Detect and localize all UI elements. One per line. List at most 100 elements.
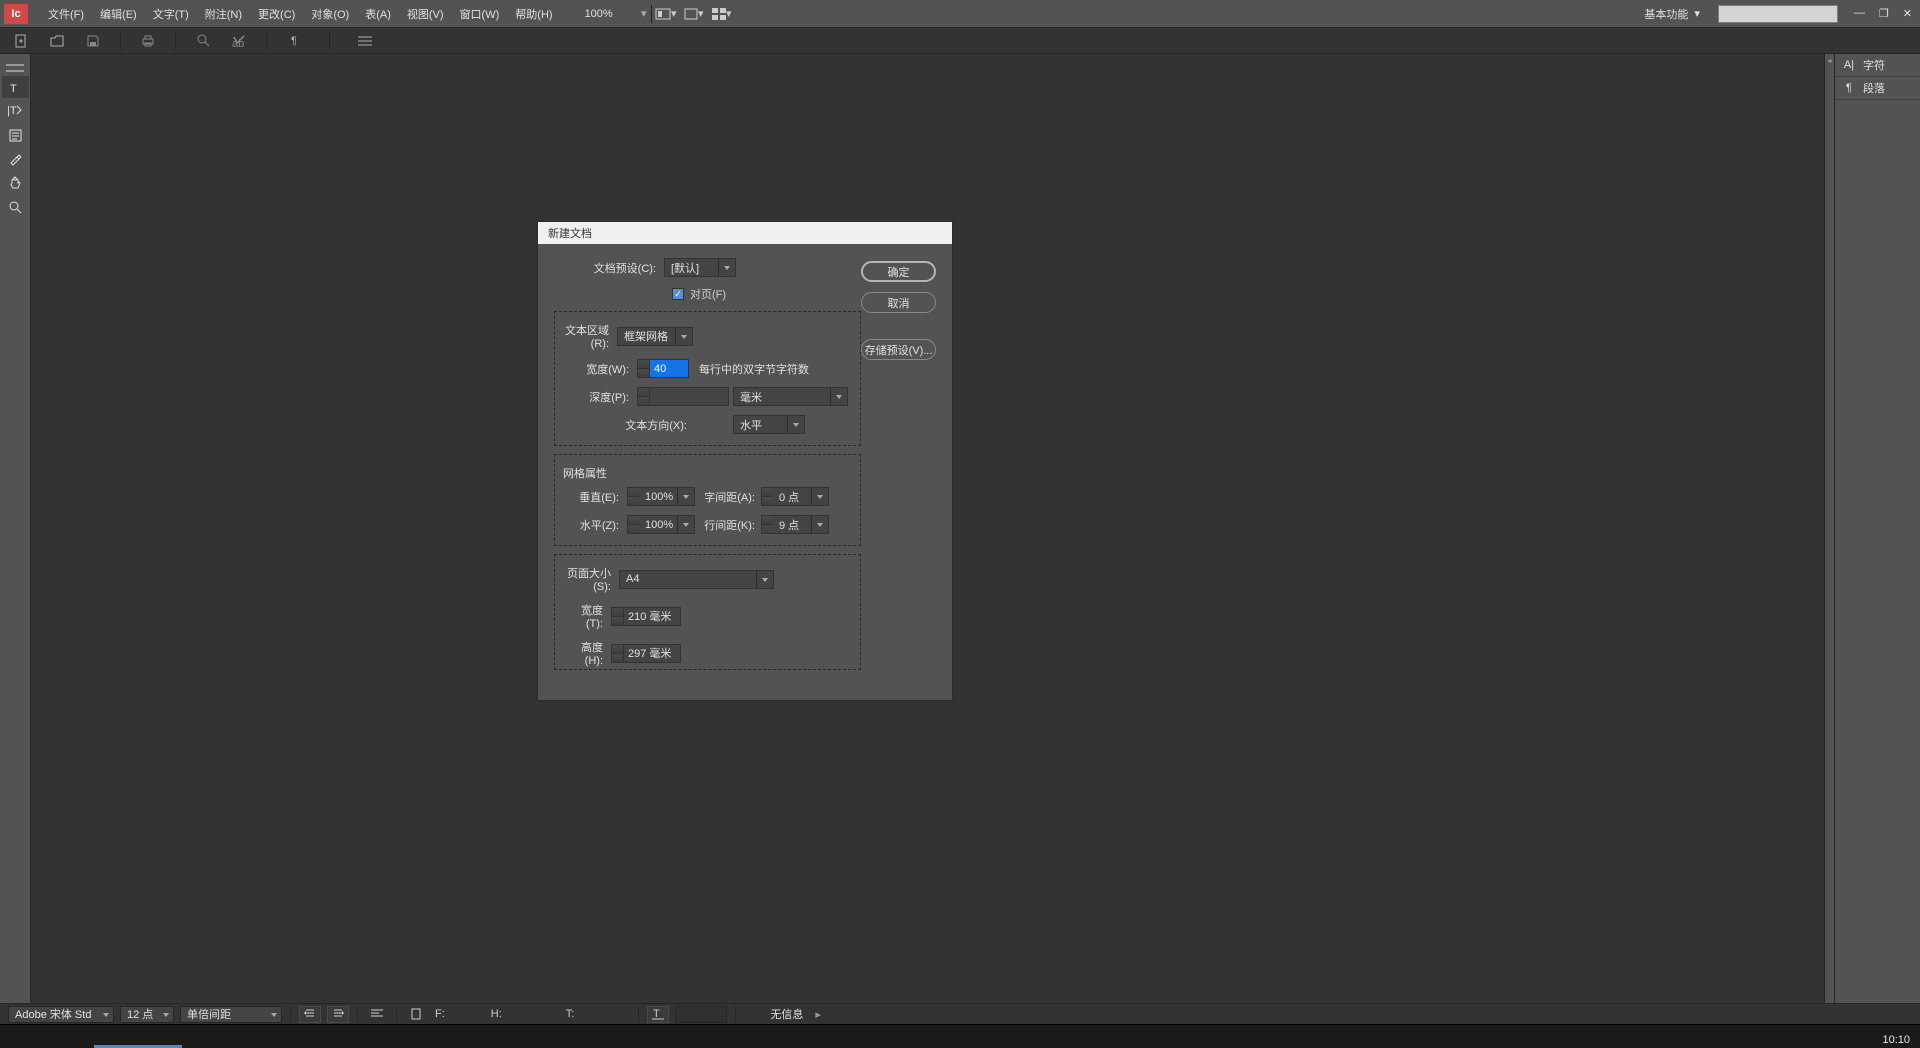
- menu-notes[interactable]: 附注(N): [197, 2, 250, 26]
- font-select[interactable]: Adobe 宋体 Std: [8, 1006, 114, 1023]
- indent-left-icon[interactable]: [299, 1006, 321, 1023]
- horiz-spinner[interactable]: [627, 515, 639, 534]
- depth-input[interactable]: [649, 387, 729, 406]
- right-panel: A|字符 ¶段落: [1835, 54, 1920, 1003]
- grid-title: 网格属性: [563, 465, 848, 481]
- depth-unit-select[interactable]: 毫米: [733, 387, 848, 406]
- width-input[interactable]: 40: [649, 359, 689, 378]
- vertical-spinner[interactable]: [627, 487, 639, 506]
- width-helper: 每行中的双字节字符数: [699, 361, 809, 377]
- close-icon[interactable]: ✕: [1903, 7, 1912, 20]
- workspace-selector[interactable]: 基本功能 ▾: [1638, 6, 1706, 22]
- pagewidth-label: 宽度(T):: [567, 602, 611, 630]
- pagewidth-input[interactable]: 210 毫米: [623, 607, 681, 626]
- right-panel-collapse[interactable]: [1824, 54, 1835, 1003]
- charspace-select[interactable]: 0 点: [773, 487, 829, 506]
- menu-icon[interactable]: [356, 32, 374, 50]
- page-icon[interactable]: [405, 1006, 427, 1023]
- zoom-dropdown-icon[interactable]: ▾: [637, 7, 651, 21]
- view-mode-icon[interactable]: ▾: [652, 4, 680, 24]
- linespacing-select[interactable]: 单倍间距: [180, 1006, 282, 1023]
- text-dir-select[interactable]: 水平: [733, 415, 805, 434]
- horiz-select[interactable]: 100%: [639, 515, 695, 534]
- facing-pages-checkbox[interactable]: ✓: [672, 288, 684, 300]
- align-icon[interactable]: [366, 1006, 388, 1023]
- cancel-button[interactable]: 取消: [861, 292, 936, 313]
- ok-button[interactable]: 确定: [861, 261, 936, 282]
- main-area: T |T A|字符 ¶段落: [0, 54, 1920, 1003]
- zoom-level[interactable]: 100%: [561, 8, 637, 20]
- pilcrow-icon[interactable]: ¶: [285, 32, 303, 50]
- preset-label: 文档预设(C):: [554, 260, 664, 276]
- type-tool[interactable]: T: [2, 76, 29, 98]
- find-icon[interactable]: [194, 32, 212, 50]
- character-icon: A|: [1841, 59, 1857, 71]
- svg-text:T: T: [10, 83, 17, 94]
- menu-change[interactable]: 更改(C): [250, 2, 303, 26]
- linespace-spinner[interactable]: [761, 515, 773, 534]
- pagesize-select[interactable]: A4: [619, 570, 774, 589]
- status-noinfo: 无信息: [744, 1006, 803, 1022]
- f-label: F:: [433, 1008, 447, 1020]
- pagesize-label: 页面大小(S):: [555, 565, 619, 593]
- baseline-input[interactable]: [675, 1006, 727, 1023]
- zoom-tool[interactable]: [2, 196, 29, 218]
- arrange-icon[interactable]: ▾: [708, 4, 736, 24]
- baseline-icon[interactable]: T: [647, 1006, 669, 1023]
- maximize-icon[interactable]: ❐: [1879, 7, 1889, 20]
- menu-table[interactable]: 表(A): [357, 2, 399, 26]
- panel-character[interactable]: A|字符: [1835, 54, 1920, 77]
- menu-file[interactable]: 文件(F): [40, 2, 92, 26]
- screen-mode-icon[interactable]: ▾: [680, 4, 708, 24]
- vertical-type-tool[interactable]: |T: [2, 100, 29, 122]
- menu-edit[interactable]: 编辑(E): [92, 2, 145, 26]
- taskbar: [0, 1024, 1920, 1048]
- open-file-icon[interactable]: [48, 32, 66, 50]
- spellcheck-icon[interactable]: ab: [230, 32, 248, 50]
- pageheight-spinner[interactable]: [611, 644, 623, 663]
- menu-object[interactable]: 对象(O): [303, 2, 357, 26]
- menu-help[interactable]: 帮助(H): [507, 2, 560, 26]
- save-preset-button[interactable]: 存储预设(V)...: [861, 339, 936, 360]
- indent-right-icon[interactable]: [327, 1006, 349, 1023]
- vertical-label: 垂直(E):: [567, 489, 627, 505]
- search-box[interactable]: [1718, 5, 1838, 23]
- fontsize-select[interactable]: 12 点: [120, 1006, 174, 1023]
- horiz-label: 水平(Z):: [567, 517, 627, 533]
- depth-spinner[interactable]: [637, 387, 649, 406]
- tool-palette: T |T: [0, 54, 31, 1003]
- svg-text:ab: ab: [232, 38, 244, 47]
- linespace-select[interactable]: 9 点: [773, 515, 829, 534]
- app-logo: Ic: [4, 4, 28, 24]
- pagewidth-spinner[interactable]: [611, 607, 623, 626]
- charspace-label: 字间距(A):: [695, 489, 761, 505]
- linespace-label: 行间距(K):: [695, 517, 761, 533]
- charspace-spinner[interactable]: [761, 487, 773, 506]
- width-spinner[interactable]: [637, 359, 649, 378]
- width-label: 宽度(W):: [567, 361, 637, 377]
- vertical-select[interactable]: 100%: [639, 487, 695, 506]
- paragraph-icon: ¶: [1841, 82, 1857, 94]
- preset-select[interactable]: [默认]: [664, 258, 736, 277]
- svg-text:|T: |T: [7, 105, 17, 117]
- text-area-label: 文本区域(R):: [555, 322, 617, 350]
- pageheight-input[interactable]: 297 毫米: [623, 644, 681, 663]
- dialog-title: 新建文档: [538, 222, 952, 244]
- minimize-icon[interactable]: —: [1854, 7, 1865, 20]
- text-area-select[interactable]: 框架网格: [617, 327, 693, 346]
- statusbar: Adobe 宋体 Std 12 点 单倍间距 F: H: T: T 无信息 ▸: [0, 1003, 1920, 1024]
- panel-paragraph[interactable]: ¶段落: [1835, 77, 1920, 100]
- menu-window[interactable]: 窗口(W): [452, 2, 508, 26]
- menu-text[interactable]: 文字(T): [145, 2, 197, 26]
- h-label: H:: [489, 1008, 504, 1020]
- menu-view[interactable]: 视图(V): [399, 2, 452, 26]
- save-icon[interactable]: [84, 32, 102, 50]
- new-file-icon[interactable]: [12, 32, 30, 50]
- hand-tool[interactable]: [2, 172, 29, 194]
- menubar: Ic 文件(F) 编辑(E) 文字(T) 附注(N) 更改(C) 对象(O) 表…: [0, 0, 1920, 27]
- story-tool[interactable]: [2, 124, 29, 146]
- text-dir-label: 文本方向(X):: [567, 417, 695, 433]
- print-icon[interactable]: [139, 32, 157, 50]
- eyedropper-tool[interactable]: [2, 148, 29, 170]
- pageheight-label: 高度(H):: [567, 639, 611, 667]
